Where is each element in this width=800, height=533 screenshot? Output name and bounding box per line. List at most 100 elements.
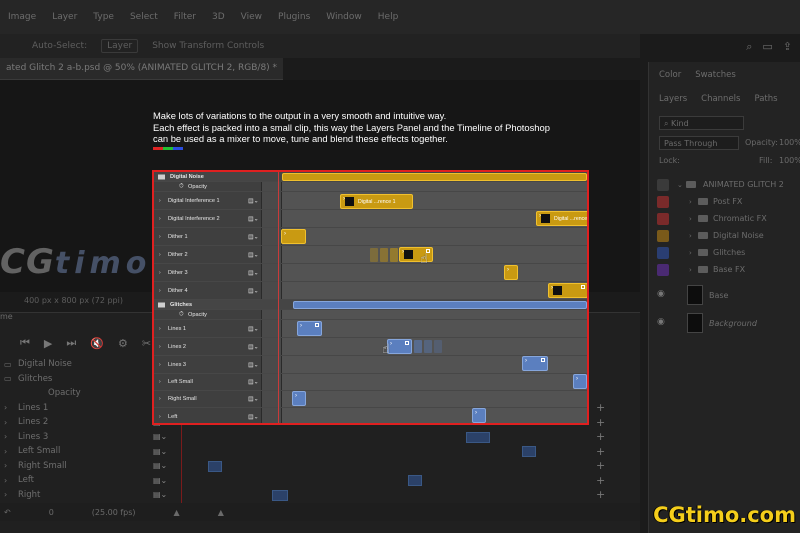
timeline-clip[interactable] bbox=[272, 489, 288, 501]
clip-dither-1[interactable]: › bbox=[281, 229, 306, 244]
layer-row[interactable]: ◉ Base bbox=[649, 284, 800, 306]
document-tab[interactable]: ated Glitch 2 a-b.psd @ 50% (ANIMATED GL… bbox=[0, 58, 284, 80]
menu-type[interactable]: Type bbox=[93, 12, 114, 22]
inset-track-row[interactable]: › Lines 1 ▤⌄ bbox=[154, 320, 587, 338]
film-icon[interactable]: ▤⌄ bbox=[153, 447, 167, 456]
eye-icon[interactable] bbox=[657, 229, 669, 242]
search-icon[interactable]: ⌕ bbox=[746, 40, 752, 54]
chevron-right-icon[interactable]: › bbox=[689, 215, 692, 223]
film-icon[interactable]: ▤⌄ bbox=[248, 215, 259, 222]
layer-row[interactable]: › Chromatic FX bbox=[649, 210, 800, 227]
menu-3d[interactable]: 3D bbox=[212, 12, 225, 22]
inset-track-row[interactable]: › Dither 3 ▤⌄ bbox=[154, 264, 587, 282]
film-icon[interactable]: ▤⌄ bbox=[248, 287, 259, 294]
clip-lines-2[interactable]: › bbox=[387, 339, 412, 354]
track-row[interactable]: › Right Small ▤⌄ + bbox=[0, 459, 620, 474]
inset-track-row[interactable]: › Left ▤⌄ bbox=[154, 408, 587, 423]
show-transform-checkbox[interactable]: Show Transform Controls bbox=[152, 41, 264, 51]
menu-layer[interactable]: Layer bbox=[52, 12, 77, 22]
track-row[interactable]: › Left ▤⌄ + bbox=[0, 473, 620, 488]
add-media-icon[interactable]: + bbox=[596, 401, 605, 414]
share-icon[interactable]: ⇪ bbox=[783, 40, 792, 54]
timeline-tab[interactable]: me bbox=[0, 312, 13, 326]
chevron-right-icon[interactable]: › bbox=[159, 414, 161, 420]
timeline-clip[interactable] bbox=[408, 475, 422, 486]
tab-paths[interactable]: Paths bbox=[754, 94, 777, 104]
chevron-right-icon[interactable]: › bbox=[689, 249, 692, 257]
add-media-icon[interactable]: + bbox=[596, 416, 605, 429]
clip-lines-3[interactable]: › bbox=[522, 356, 548, 371]
split-icon[interactable]: ✂ bbox=[142, 337, 151, 350]
chevron-right-icon[interactable]: › bbox=[4, 490, 7, 499]
eye-icon[interactable] bbox=[657, 246, 669, 259]
menu-help[interactable]: Help bbox=[378, 12, 399, 22]
timeline-clip[interactable] bbox=[466, 431, 490, 443]
tab-channels[interactable]: Channels bbox=[701, 94, 740, 104]
play-icon[interactable]: ▶ bbox=[44, 337, 52, 350]
chevron-right-icon[interactable]: › bbox=[159, 362, 161, 368]
timeline-clip[interactable] bbox=[522, 446, 536, 457]
chevron-right-icon[interactable]: › bbox=[689, 232, 692, 240]
layer-group-row[interactable]: ⌄ ANIMATED GLITCH 2 bbox=[649, 176, 800, 193]
film-icon[interactable]: ▤⌄ bbox=[248, 269, 259, 276]
zoom-in-icon[interactable]: ▲ bbox=[218, 508, 224, 517]
auto-select-target-dropdown[interactable]: Layer bbox=[101, 39, 139, 53]
loop-icon[interactable]: ↶ bbox=[4, 508, 11, 517]
clip-digital-interference-2[interactable]: › Digital ...rence bbox=[536, 211, 587, 226]
film-icon[interactable]: ▤⌄ bbox=[153, 461, 167, 470]
track-row[interactable]: › Lines 3 ▤⌄ + bbox=[0, 430, 620, 445]
chevron-right-icon[interactable]: › bbox=[159, 379, 161, 385]
chevron-right-icon[interactable]: › bbox=[4, 476, 7, 485]
layer-row[interactable]: › Base FX bbox=[649, 261, 800, 278]
film-icon[interactable]: ▤⌄ bbox=[248, 325, 259, 332]
chevron-right-icon[interactable]: › bbox=[4, 432, 7, 441]
chevron-right-icon[interactable]: › bbox=[159, 216, 161, 222]
inset-track-row[interactable]: › Dither 4 ▤⌄ bbox=[154, 282, 587, 300]
inset-track-row[interactable]: › Lines 2 ▤⌄ bbox=[154, 338, 587, 356]
film-icon[interactable]: ▤⌄ bbox=[248, 233, 259, 240]
add-media-icon[interactable]: + bbox=[596, 445, 605, 458]
chevron-right-icon[interactable]: › bbox=[4, 461, 7, 470]
chevron-right-icon[interactable]: › bbox=[689, 266, 692, 274]
film-icon[interactable]: ▤⌄ bbox=[248, 251, 259, 258]
opacity-value[interactable]: 100% bbox=[779, 138, 800, 147]
eye-icon[interactable]: ◉ bbox=[657, 317, 669, 329]
chevron-right-icon[interactable]: › bbox=[159, 234, 161, 240]
layer-row[interactable]: › Post FX bbox=[649, 193, 800, 210]
chevron-right-icon[interactable]: › bbox=[159, 252, 161, 258]
film-icon[interactable]: ▤⌄ bbox=[248, 197, 259, 204]
track-row[interactable]: › Left Small ▤⌄ + bbox=[0, 444, 620, 459]
clip-digital-interference-1[interactable]: › Digital ...rence 1 bbox=[340, 194, 413, 209]
layer-row[interactable]: ◉ Background bbox=[649, 312, 800, 334]
settings-icon[interactable]: ⚙ bbox=[118, 337, 128, 350]
inset-track-row[interactable]: ⏱ Opacity bbox=[154, 182, 587, 192]
chevron-right-icon[interactable]: › bbox=[159, 396, 161, 402]
zoom-out-icon[interactable]: ▲ bbox=[174, 508, 180, 517]
chevron-right-icon[interactable]: › bbox=[159, 326, 161, 332]
eye-icon[interactable] bbox=[657, 263, 669, 276]
layer-row[interactable]: › Digital Noise bbox=[649, 227, 800, 244]
inset-track-row[interactable]: › Right Small ▤⌄ bbox=[154, 391, 587, 408]
clip-dither-3[interactable]: › bbox=[504, 265, 518, 280]
audio-icon[interactable]: 🔇 bbox=[90, 337, 104, 350]
fill-value[interactable]: 100% bbox=[779, 156, 800, 165]
menu-view[interactable]: View bbox=[241, 12, 262, 22]
chevron-down-icon[interactable]: ⌄ bbox=[677, 181, 683, 189]
workspace-icon[interactable]: ▭ bbox=[762, 40, 772, 54]
film-icon[interactable]: ▤⌄ bbox=[248, 343, 259, 350]
inset-track-row[interactable]: › Digital Interference 2 ▤⌄ bbox=[154, 210, 587, 228]
first-frame-icon[interactable]: ⏮ bbox=[20, 336, 30, 350]
film-icon[interactable]: ▤⌄ bbox=[248, 413, 259, 420]
film-icon[interactable]: ▤⌄ bbox=[248, 379, 259, 386]
chevron-right-icon[interactable]: › bbox=[689, 198, 692, 206]
chevron-right-icon[interactable]: › bbox=[4, 418, 7, 427]
add-media-icon[interactable]: + bbox=[596, 430, 605, 443]
track-row[interactable]: › Right ▤⌄ + bbox=[0, 488, 620, 503]
film-icon[interactable]: ▤⌄ bbox=[153, 432, 167, 441]
menu-image[interactable]: Image bbox=[8, 12, 36, 22]
inset-track-row[interactable]: › Left Small ▤⌄ bbox=[154, 374, 587, 391]
chevron-right-icon[interactable]: › bbox=[4, 447, 7, 456]
chevron-right-icon[interactable]: › bbox=[159, 198, 161, 204]
menu-window[interactable]: Window bbox=[326, 12, 362, 22]
auto-select-checkbox[interactable]: Auto-Select: bbox=[32, 41, 87, 51]
